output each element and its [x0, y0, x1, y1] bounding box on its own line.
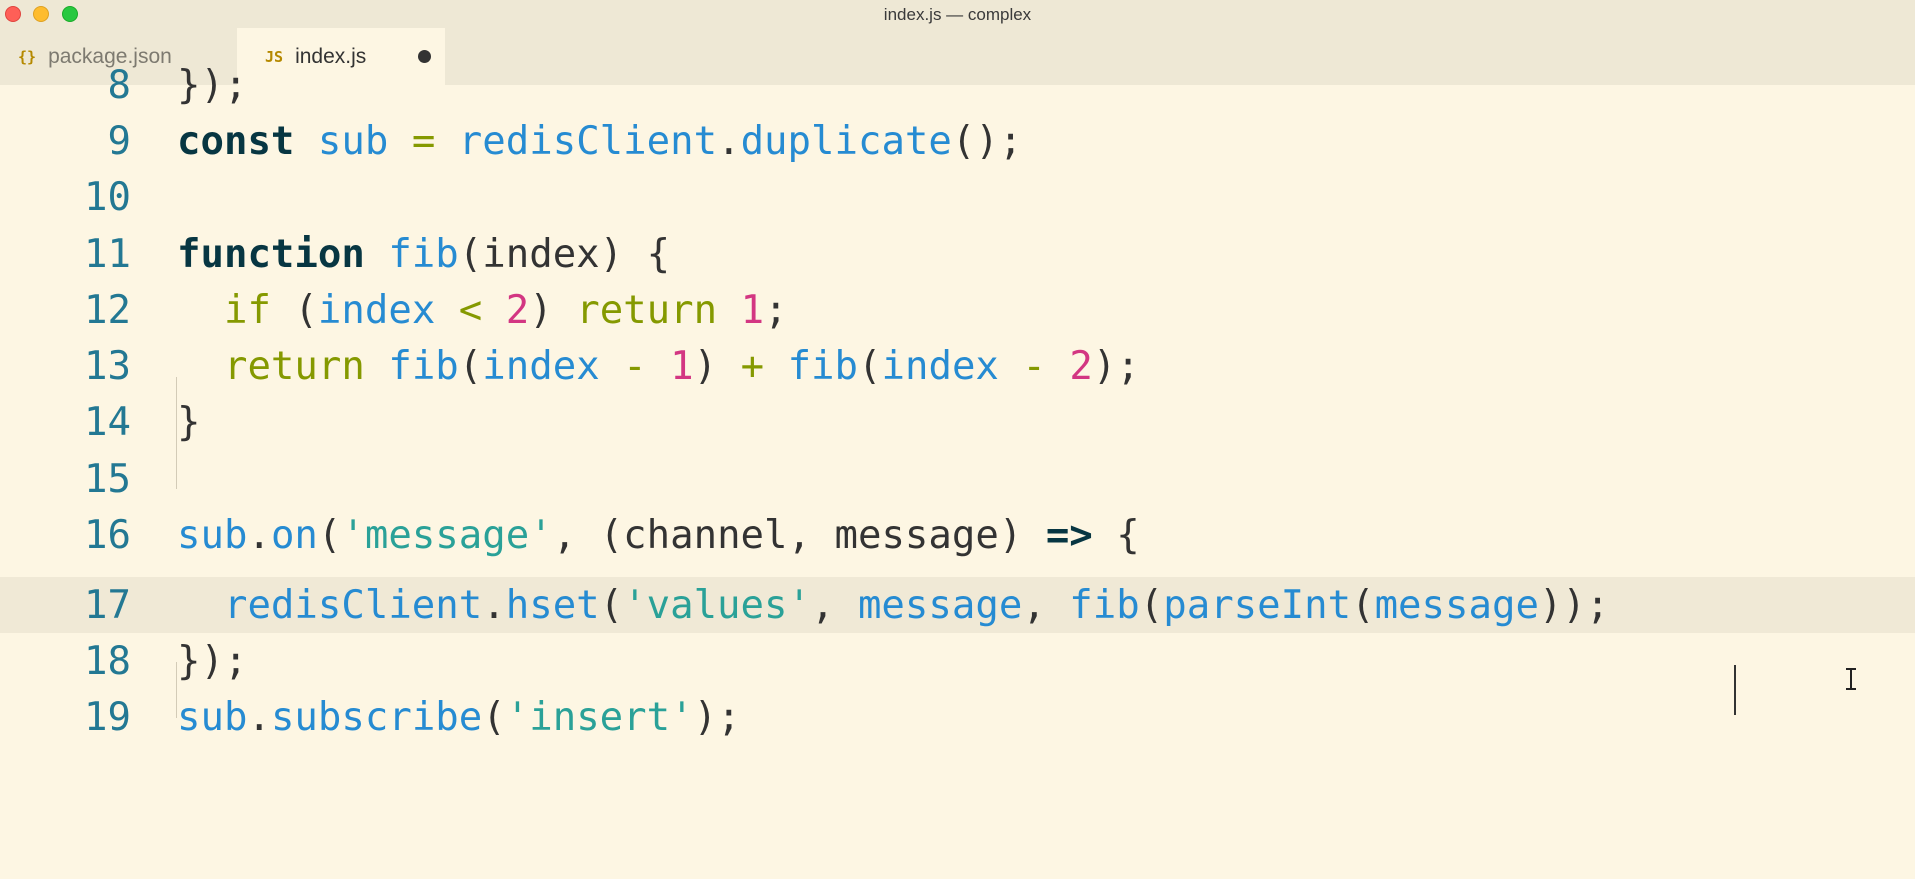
indent-guide: [176, 662, 177, 718]
code-line[interactable]: 8 });: [0, 57, 1915, 113]
line-code: const sub = redisClient.duplicate();: [177, 119, 1023, 164]
line-code: }: [177, 400, 201, 445]
line-number: 11: [84, 232, 131, 277]
line-number: 8: [107, 63, 131, 108]
title-bar: index.js — complex: [0, 0, 1915, 28]
line-number: 9: [107, 119, 131, 164]
line-number: 14: [84, 400, 131, 445]
indent-guide: [176, 377, 177, 489]
code-line[interactable]: 11 function fib(index) {: [0, 226, 1915, 282]
window-title: index.js — complex: [883, 5, 1032, 24]
line-code: sub.on('message', (channel, message) => …: [177, 513, 1140, 558]
line-code: });: [177, 639, 248, 684]
line-number: 16: [84, 513, 131, 558]
code-line-current[interactable]: 17 redisClient.hset('values', message, f…: [0, 577, 1915, 633]
code-line[interactable]: 10: [0, 169, 1915, 225]
line-number: 15: [84, 457, 131, 502]
code-line[interactable]: 16 sub.on('message', (channel, message) …: [0, 507, 1915, 563]
code-line[interactable]: 9 const sub = redisClient.duplicate();: [0, 113, 1915, 169]
code-line[interactable]: 18 });: [0, 633, 1915, 689]
line-code: function fib(index) {: [177, 232, 671, 277]
code-line[interactable]: 14 }: [0, 394, 1915, 450]
line-number: 18: [84, 639, 131, 684]
code-editor[interactable]: 8 }); 9 const sub = redisClient.duplicat…: [0, 63, 1915, 879]
ibeam-cursor-icon: [1844, 668, 1858, 690]
line-number: 13: [84, 344, 131, 389]
text-caret: [1734, 665, 1736, 715]
code-line[interactable]: 12 if (index < 2) return 1;: [0, 282, 1915, 338]
code-line[interactable]: 15: [0, 451, 1915, 507]
line-code: return fib(index - 1) + fib(index - 2);: [223, 344, 1140, 389]
line-code: sub.subscribe('insert');: [177, 695, 741, 740]
code-line[interactable]: 13 return fib(index - 1) + fib(index - 2…: [0, 338, 1915, 394]
line-code: });: [177, 63, 248, 108]
line-code: if (index < 2) return 1;: [223, 288, 788, 333]
code-line[interactable]: 19 sub.subscribe('insert');: [0, 689, 1915, 745]
line-number: 17: [84, 583, 131, 628]
line-number: 19: [84, 695, 131, 740]
line-number: 10: [84, 175, 131, 220]
line-code: redisClient.hset('values', message, fib(…: [223, 583, 1610, 628]
line-number: 12: [84, 288, 131, 333]
